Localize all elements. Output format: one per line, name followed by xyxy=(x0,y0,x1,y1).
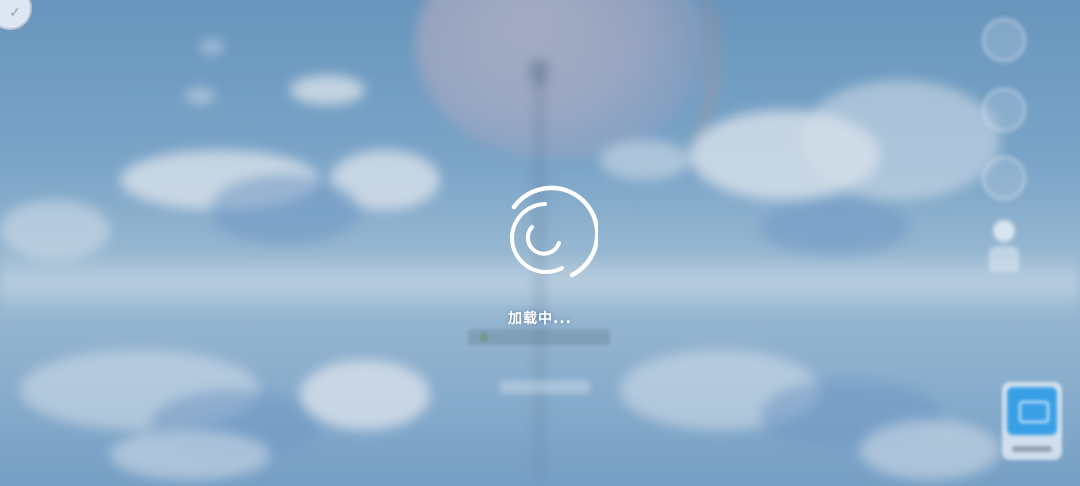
blurred-status-bar xyxy=(468,329,610,345)
loading-spinner-icon xyxy=(492,185,600,291)
loading-screen: ✓ 加载中... xyxy=(0,0,1080,486)
loading-label: 加载中... xyxy=(508,311,572,327)
menu-icon[interactable] xyxy=(982,18,1026,62)
map-icon[interactable] xyxy=(982,156,1026,200)
character-icon[interactable] xyxy=(986,220,1022,280)
app-card-icon[interactable] xyxy=(1002,382,1062,460)
blurred-hint-text xyxy=(500,380,590,394)
compass-icon[interactable] xyxy=(982,88,1026,132)
